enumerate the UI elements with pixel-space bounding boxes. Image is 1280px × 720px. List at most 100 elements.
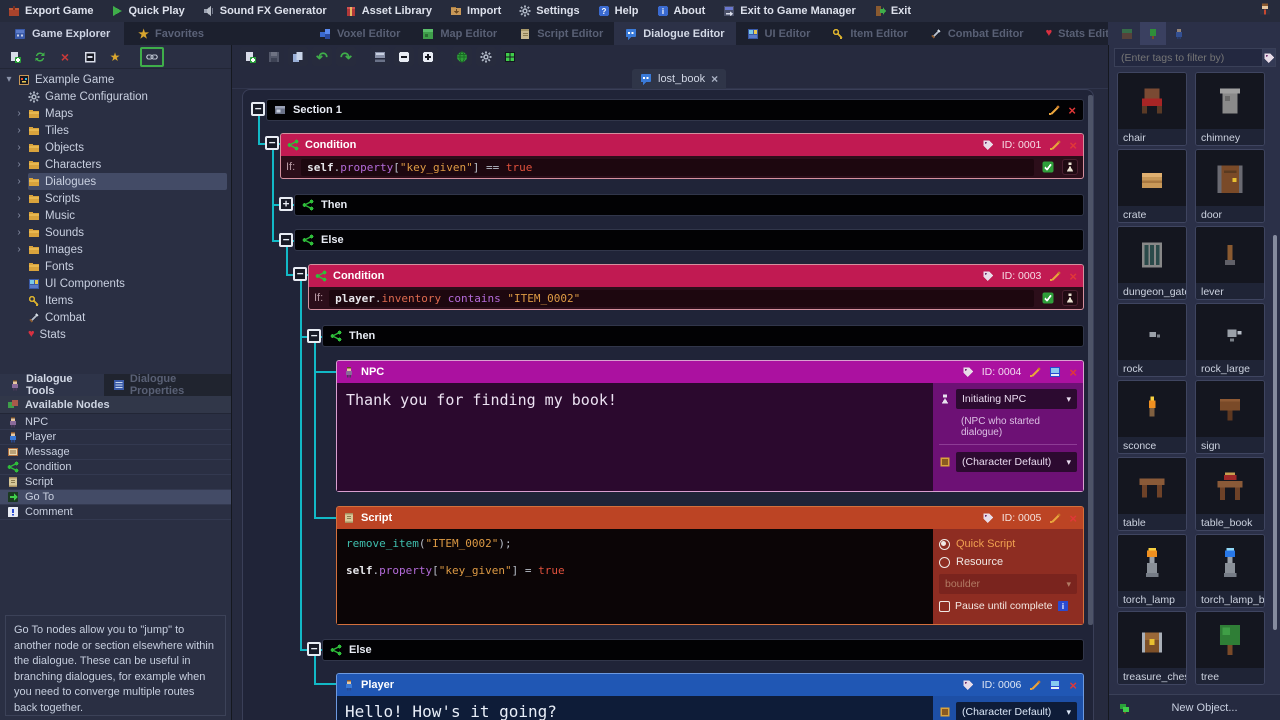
npc-dialogue-text[interactable]: Thank you for finding my book!: [337, 383, 933, 491]
tab-favorites[interactable]: ★Favorites: [124, 22, 218, 45]
dialogue-canvas[interactable]: ↶↷ lost_book × −−+−−−− Section 1 × Condi…: [232, 45, 1108, 720]
asset-card-chimney[interactable]: chimney: [1195, 72, 1265, 146]
condition-header[interactable]: Condition ID: 0003 ×: [309, 265, 1083, 287]
assets-scrollbar[interactable]: [1273, 235, 1277, 630]
menu-item-about[interactable]: iAbout: [657, 5, 706, 17]
sidebar-item-dialogues[interactable]: ›Dialogues: [0, 173, 231, 190]
edit-icon[interactable]: [1029, 366, 1041, 378]
asset-card-lever[interactable]: lever: [1195, 226, 1265, 300]
condition-header[interactable]: Condition ID: 0001 ×: [281, 134, 1083, 156]
tab-combat-editor[interactable]: Combat Editor: [919, 22, 1035, 45]
media-icon[interactable]: [1049, 679, 1061, 691]
then-node-2[interactable]: Then: [322, 325, 1084, 347]
star-button[interactable]: ★: [105, 48, 125, 66]
condition-node-2[interactable]: Condition ID: 0003 × If: player.inventor…: [308, 264, 1084, 310]
asset-card-chair[interactable]: chair: [1117, 72, 1187, 146]
asset-card-rock[interactable]: rock: [1117, 303, 1187, 377]
player-header[interactable]: Player ID: 0006 ×: [337, 674, 1083, 696]
add-file-button[interactable]: [5, 48, 25, 66]
sidebar-item-scripts[interactable]: ›Scripts: [0, 190, 231, 207]
media-icon[interactable]: [1049, 366, 1061, 378]
delete-icon[interactable]: ×: [1069, 139, 1077, 152]
asset-card-sign[interactable]: sign: [1195, 380, 1265, 454]
then-node-1[interactable]: Then: [294, 194, 1084, 216]
quick-script-radio[interactable]: Quick Script: [939, 535, 1077, 553]
delete-icon[interactable]: ×: [1068, 104, 1076, 117]
tab-ui-editor[interactable]: UI Editor: [736, 22, 822, 45]
menu-item-import[interactable]: Import: [450, 5, 501, 17]
close-tab-icon[interactable]: ×: [711, 73, 718, 85]
asset-tab-tiles[interactable]: [1114, 22, 1140, 45]
collapse-toggle-else-2[interactable]: −: [307, 642, 321, 656]
asset-card-treasure_ches[interactable]: treasure_ches: [1117, 611, 1187, 685]
info-icon[interactable]: i: [1057, 600, 1069, 612]
sidebar-item-images[interactable]: ›Images: [0, 241, 231, 258]
context-button[interactable]: [1062, 159, 1078, 175]
menu-item-exit-to-game-manager[interactable]: Exit to Game Manager: [723, 5, 856, 17]
new-object-button[interactable]: New Object...: [1109, 694, 1280, 720]
sidebar-item-tiles[interactable]: ›Tiles: [0, 122, 231, 139]
grid-button[interactable]: [500, 47, 520, 66]
edit-icon[interactable]: [1048, 104, 1060, 116]
chevron-right-icon[interactable]: ›: [15, 108, 23, 119]
copy-button[interactable]: [288, 47, 308, 66]
condition-expression[interactable]: self.property["key_given"] == true: [301, 159, 1034, 176]
chevron-right-icon[interactable]: ›: [15, 244, 23, 255]
player-node[interactable]: Player ID: 0006 × Hello! How's it going?…: [336, 673, 1084, 720]
tab-item-editor[interactable]: Item Editor: [821, 22, 918, 45]
user-avatar[interactable]: [1258, 2, 1272, 21]
node-type-npc[interactable]: NPC: [0, 415, 231, 430]
asset-card-dungeon_gate[interactable]: dungeon_gate: [1117, 226, 1187, 300]
delete-icon[interactable]: ×: [1069, 366, 1077, 379]
asset-card-table[interactable]: table: [1117, 457, 1187, 531]
validate-button[interactable]: [1040, 290, 1056, 306]
chevron-right-icon[interactable]: ›: [15, 210, 23, 221]
node-type-player[interactable]: Player: [0, 430, 231, 445]
menu-item-asset-library[interactable]: Asset Library: [345, 5, 432, 17]
minus-box-button[interactable]: [394, 47, 414, 66]
node-type-comment[interactable]: Comment: [0, 505, 231, 520]
menu-item-settings[interactable]: Settings: [519, 5, 579, 17]
else-node-1[interactable]: Else: [294, 229, 1084, 251]
asset-card-crate[interactable]: crate: [1117, 149, 1187, 223]
tag-filter-input[interactable]: [1114, 48, 1262, 67]
collapse-toggle-then-1[interactable]: +: [279, 197, 293, 211]
asset-card-door[interactable]: door: [1195, 149, 1265, 223]
collapse-toggle-else-1[interactable]: −: [279, 233, 293, 247]
pause-checkbox-row[interactable]: Pause until complete i: [939, 600, 1077, 612]
context-button[interactable]: [1062, 290, 1078, 306]
asset-card-torch_lamp[interactable]: torch_lamp: [1117, 534, 1187, 608]
sidebar-item-game-configuration[interactable]: Game Configuration: [0, 88, 231, 105]
npc-node[interactable]: NPC ID: 0004 × Thank you for finding my …: [336, 360, 1084, 492]
collapse-toggle-condition-2[interactable]: −: [293, 267, 307, 281]
chevron-right-icon[interactable]: ›: [15, 227, 23, 238]
menu-item-quick-play[interactable]: Quick Play: [111, 5, 184, 17]
asset-card-table_book[interactable]: table_book: [1195, 457, 1265, 531]
collapse-toggle-section[interactable]: −: [251, 102, 265, 116]
node-type-condition[interactable]: Condition: [0, 460, 231, 475]
npc-header[interactable]: NPC ID: 0004 ×: [337, 361, 1083, 383]
delete-icon[interactable]: ×: [1069, 270, 1077, 283]
sidebar-item-ui-components[interactable]: UI Components: [0, 275, 231, 292]
node-type-go-to[interactable]: Go To: [0, 490, 231, 505]
script-node[interactable]: Script ID: 0005 × remove_item("ITEM_0002…: [336, 506, 1084, 625]
chevron-down-icon[interactable]: ▾: [5, 74, 13, 85]
edit-icon[interactable]: [1049, 270, 1061, 282]
condition-expression[interactable]: player.inventory contains "ITEM_0002": [329, 290, 1034, 307]
sidebar-item-characters[interactable]: ›Characters: [0, 156, 231, 173]
tab-script-editor[interactable]: Script Editor: [508, 22, 614, 45]
node-type-message[interactable]: Message: [0, 445, 231, 460]
collapse-tool-button[interactable]: [80, 48, 100, 66]
sidebar-item-music[interactable]: ›Music: [0, 207, 231, 224]
sidebar-item-fonts[interactable]: Fonts: [0, 258, 231, 275]
sidebar-item-sounds[interactable]: ›Sounds: [0, 224, 231, 241]
chevron-right-icon[interactable]: ›: [15, 142, 23, 153]
collapse-toggle-then-2[interactable]: −: [307, 329, 321, 343]
menu-item-export-game[interactable]: Export Game: [8, 5, 93, 17]
collapse-toggle-condition-1[interactable]: −: [265, 136, 279, 150]
menu-item-exit[interactable]: Exit: [874, 5, 911, 17]
tab-dialogue-editor[interactable]: Dialogue Editor: [614, 22, 735, 45]
asset-card-rock_large[interactable]: rock_large: [1195, 303, 1265, 377]
asset-card-tree[interactable]: tree: [1195, 611, 1265, 685]
chevron-right-icon[interactable]: ›: [15, 125, 23, 136]
